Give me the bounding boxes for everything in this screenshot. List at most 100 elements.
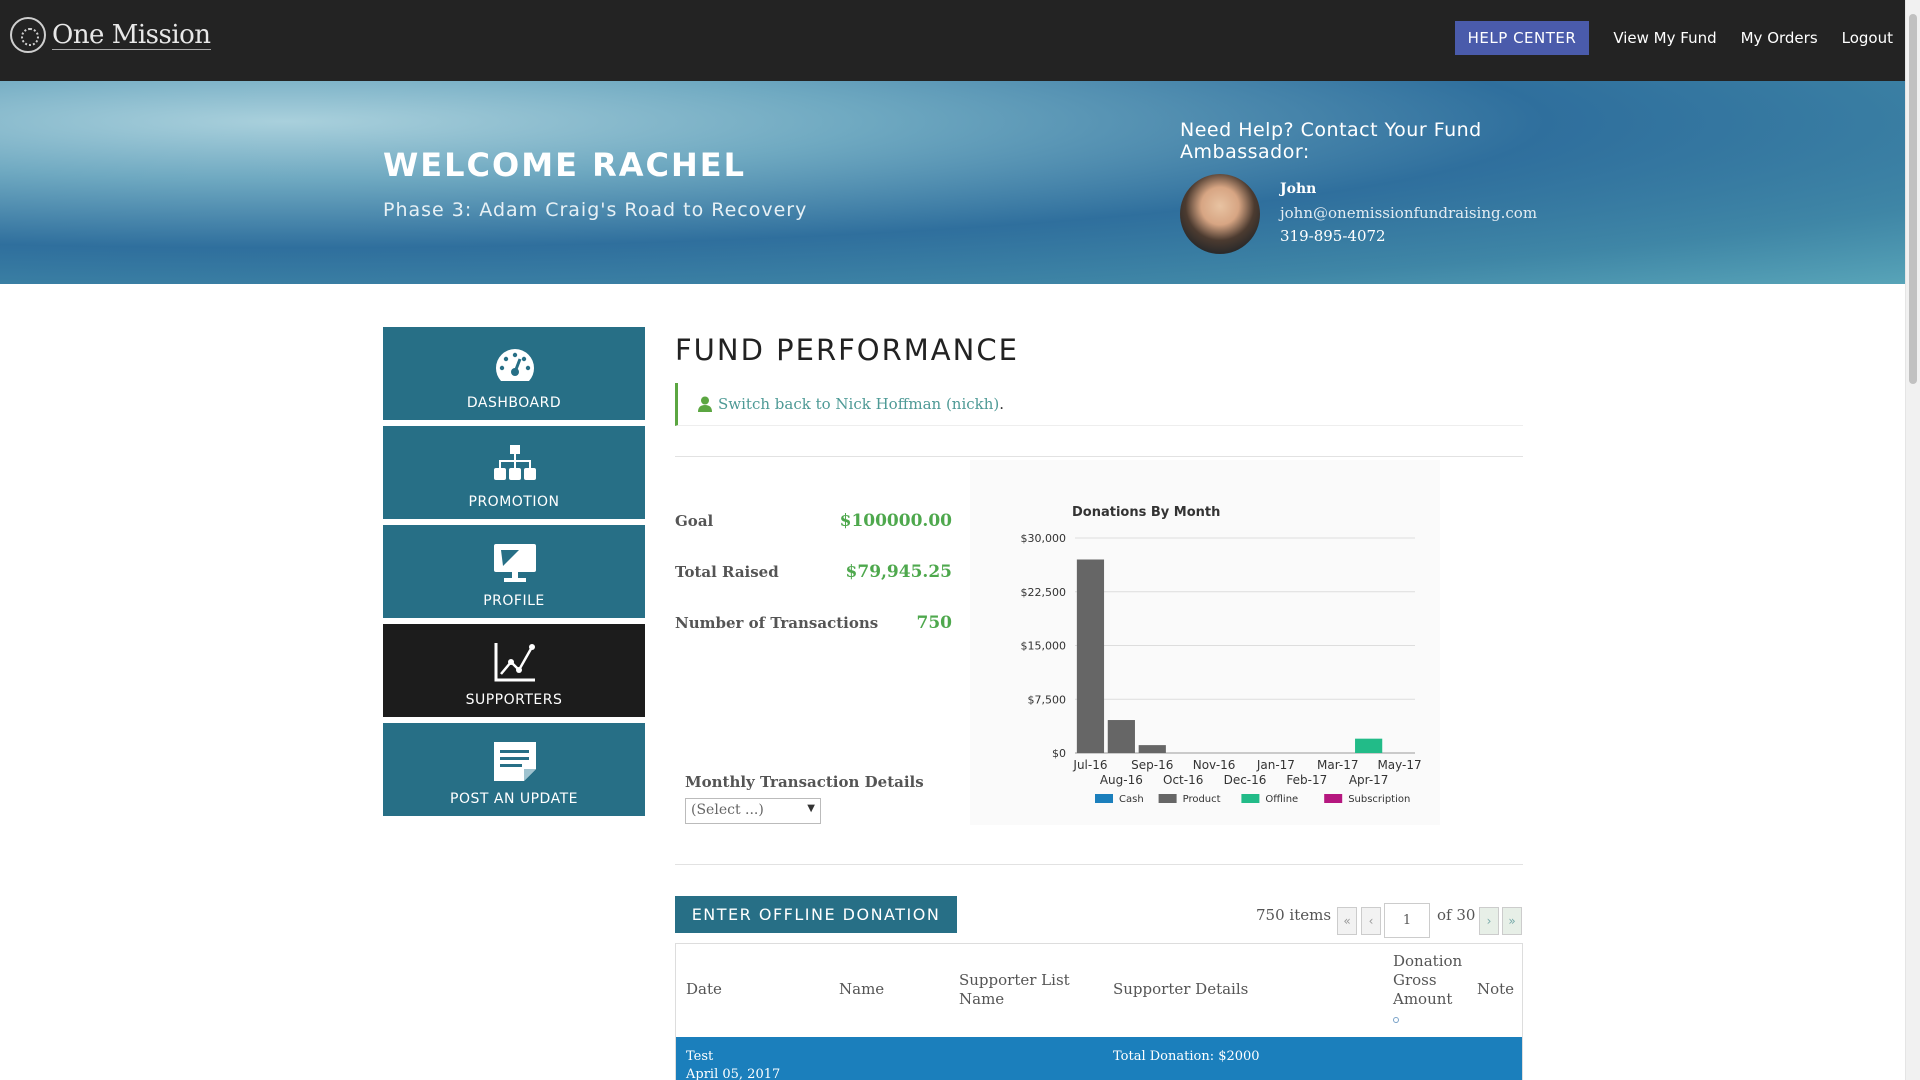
select-value: (Select ...) [691,802,764,818]
sidebar-item-post-update[interactable]: POST AN UPDATE [383,723,645,816]
total-raised-value: $79,945.25 [845,562,952,582]
sidebar-item-dashboard[interactable]: DASHBOARD [383,327,645,420]
sidebar-item-profile[interactable]: PROFILE [383,525,645,618]
y-tick-label: $7,500 [1028,693,1067,706]
chart-title: Donations By Month [1072,505,1220,520]
x-tick-label: Jan-17 [1256,758,1295,772]
total-raised-label: Total Raised [675,563,779,581]
note-icon [494,742,536,781]
enter-offline-donation-button[interactable]: ENTER OFFLINE DONATION [675,896,957,933]
x-tick-label: Nov-16 [1193,758,1236,772]
scrollbar-thumb[interactable] [1909,14,1917,384]
ambassador-phone: 319-895-4072 [1280,227,1386,245]
next-page-button[interactable]: › [1479,907,1499,935]
legend-swatch [1241,794,1260,803]
x-tick-label: Mar-17 [1317,758,1358,772]
switch-user-alert: Switch back to Nick Hoffman (nickh). [675,383,1523,426]
bar-product [1138,745,1166,753]
sidebar-item-promotion[interactable]: PROMOTION [383,426,645,519]
goal-label: Goal [675,512,714,530]
sort-icon[interactable] [1393,1017,1399,1023]
legend-label: Cash [1119,794,1144,805]
top-navbar: One Mission HELP CENTER View My Fund My … [0,0,1905,81]
prev-page-button[interactable]: ‹ [1361,907,1381,935]
bar-offline [1355,738,1383,753]
page-scrollbar[interactable] [1905,0,1920,1080]
help-center-button[interactable]: HELP CENTER [1454,21,1590,55]
column-header-date[interactable]: Date [686,980,722,999]
logo-icon [10,17,46,53]
x-tick-label: Dec-16 [1224,773,1267,787]
ambassador-name: John [1280,181,1317,197]
y-tick-label: $30,000 [1021,532,1067,545]
x-tick-label: Feb-17 [1286,773,1327,787]
view-my-fund-link[interactable]: View My Fund [1613,29,1716,47]
logout-link[interactable]: Logout [1842,29,1893,47]
column-header-supporter-details[interactable]: Supporter Details [1113,980,1248,999]
switch-back-link[interactable]: Switch back to Nick Hoffman (nickh) [718,395,999,413]
column-header-donation-gross[interactable]: Donation Gross Amount [1393,952,1463,1009]
page-title: FUND PERFORMANCE [675,333,1019,367]
item-count: 750 items [1256,906,1332,924]
donations-chart: Donations By Month $0 $7,500 $15,000 $22,500… [970,460,1440,825]
row-date: April 05, 2017 [686,1067,781,1080]
legend-swatch [1158,794,1177,803]
sidebar-item-label: DASHBOARD [466,395,562,411]
bar-product [1076,559,1105,753]
switch-back-suffix: . [999,395,1005,413]
x-tick-label: Sep-16 [1131,758,1173,772]
my-orders-link[interactable]: My Orders [1741,29,1818,47]
divider [675,456,1523,457]
sitemap-icon [494,445,536,480]
transactions-label: Number of Transactions [675,614,879,632]
user-icon [698,396,712,412]
fund-phase-title: Phase 3: Adam Craig's Road to Recovery [383,199,808,221]
bar-product [1107,720,1135,753]
x-tick-label: Aug-16 [1100,773,1143,787]
donations-table: Date Name Supporter List Name Supporter … [675,943,1523,1080]
welcome-heading: WELCOME RACHEL [383,146,746,184]
first-page-button[interactable]: « [1337,907,1357,935]
y-tick-label: $0 [1052,747,1066,760]
transactions-value: 750 [916,613,953,633]
help-contact-title: Need Help? Contact Your Fund Ambassador: [1180,119,1482,163]
x-tick-label: May-17 [1377,758,1421,772]
monthly-details-label: Monthly Transaction Details [685,773,924,791]
legend-label: Product [1183,794,1221,805]
logo[interactable]: One Mission [10,17,211,53]
x-tick-label: Oct-16 [1163,773,1203,787]
speedometer-icon [495,349,535,381]
legend-swatch [1324,794,1343,803]
hero-banner: WELCOME RACHEL Phase 3: Adam Craig's Roa… [0,81,1905,284]
page-number-input[interactable]: 1 [1384,903,1430,938]
top-nav: HELP CENTER View My Fund My Orders Logou… [1454,21,1893,55]
chart-line-icon [494,643,535,682]
page-total: of 30 [1437,906,1476,924]
sidebar-item-label: POST AN UPDATE [450,791,578,807]
table-row[interactable]: Test April 05, 2017 Total Donation: $200… [676,1037,1522,1080]
legend-swatch [1095,794,1113,803]
sidebar-item-label: PROMOTION [468,494,560,510]
sidebar-item-label: SUPPORTERS [465,692,563,708]
row-supporter-details: Total Donation: $2000 [1113,1049,1260,1064]
monthly-details-select[interactable]: (Select ...) ▼ [685,798,821,824]
x-tick-label: Apr-17 [1349,773,1389,787]
donations-chart-svg: Donations By Month $0 $7,500 $15,000 $22,500… [1021,505,1422,805]
monitor-icon [494,544,536,582]
x-tick-label: Jul-16 [1072,758,1107,772]
sidebar-item-supporters[interactable]: SUPPORTERS [383,624,645,717]
logo-text: One Mission [52,19,211,50]
column-header-name[interactable]: Name [839,980,884,999]
goal-value: $100000.00 [839,511,952,531]
legend-label: Offline [1265,794,1298,805]
row-date-label: Test [686,1049,714,1064]
sidebar-item-label: PROFILE [483,593,545,609]
ambassador-avatar [1180,174,1260,254]
divider [675,864,1523,865]
ambassador-email[interactable]: john@onemissionfundraising.com [1280,204,1537,222]
chevron-down-icon: ▼ [807,803,815,814]
column-header-note[interactable]: Note [1477,980,1514,999]
y-tick-label: $15,000 [1021,640,1067,653]
column-header-supporter-list-name[interactable]: Supporter List Name [959,971,1079,1009]
last-page-button[interactable]: » [1502,907,1522,935]
